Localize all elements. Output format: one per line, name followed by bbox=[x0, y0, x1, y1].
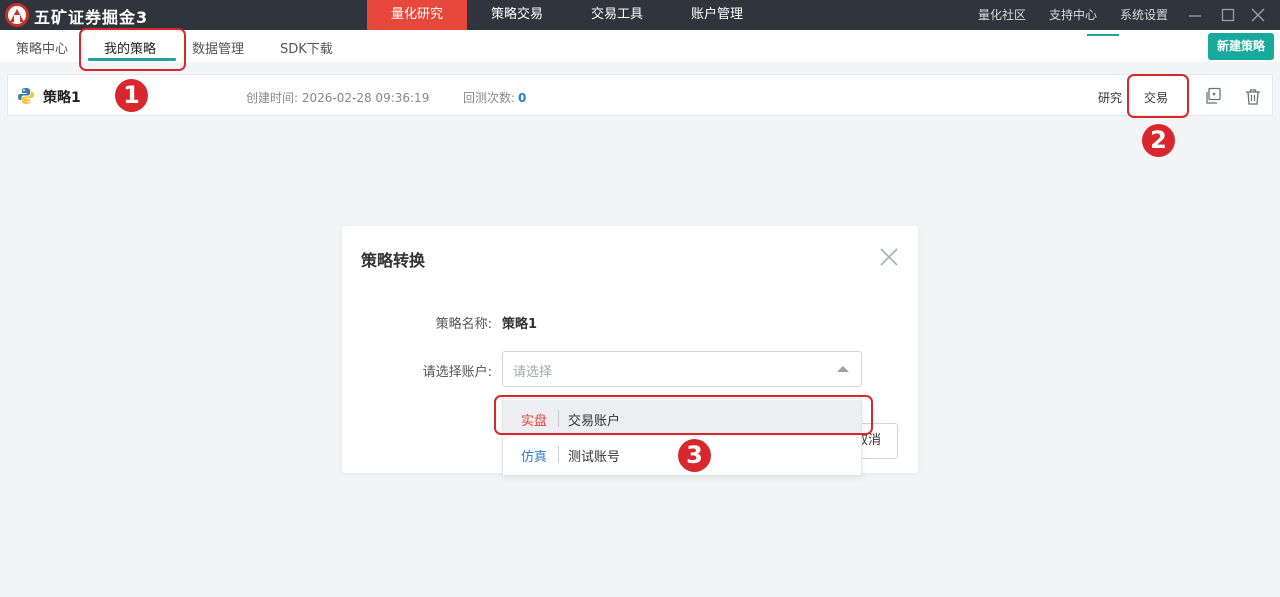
tab-sdk-download[interactable]: SDK下载 bbox=[280, 38, 333, 57]
top-nav-quant-research[interactable]: 量化研究 bbox=[367, 0, 467, 30]
backtest-label: 回测次数: bbox=[463, 91, 516, 105]
delete-icon[interactable] bbox=[1244, 88, 1262, 106]
strategy-name-value: 策略1 bbox=[502, 317, 538, 332]
app-logo-icon bbox=[5, 3, 29, 27]
top-nav-trading-tools[interactable]: 交易工具 bbox=[567, 0, 667, 30]
maximize-icon[interactable] bbox=[1220, 7, 1236, 23]
new-strategy-button[interactable]: 新建策略 bbox=[1208, 33, 1274, 60]
step-marker-2: 2 bbox=[1142, 124, 1175, 157]
minimize-icon[interactable] bbox=[1187, 7, 1203, 23]
close-window-icon[interactable] bbox=[1250, 7, 1266, 23]
option-divider bbox=[558, 446, 559, 463]
account-select-placeholder: 请选择 bbox=[513, 365, 553, 380]
strategy-name[interactable]: 策略1 bbox=[43, 87, 81, 107]
copy-icon[interactable] bbox=[1204, 87, 1222, 105]
created-label: 创建时间: bbox=[246, 91, 299, 105]
step-marker-3: 3 bbox=[678, 439, 711, 472]
dialog-close-icon[interactable] bbox=[878, 246, 900, 268]
dialog-title: 策略转换 bbox=[361, 251, 426, 270]
header-links: 量化社区 支持中心 系统设置 bbox=[978, 0, 1191, 30]
research-button[interactable]: 研究 bbox=[1098, 89, 1122, 106]
highlight-box-my-strategies bbox=[79, 28, 186, 71]
community-link[interactable]: 量化社区 bbox=[978, 0, 1026, 30]
app-title: 五矿证券掘金3 bbox=[34, 8, 149, 27]
highlight-box-live-account bbox=[494, 395, 873, 435]
step-marker-1: 1 bbox=[115, 79, 148, 112]
title-bar: 五矿证券掘金3 量化研究 策略交易 交易工具 账户管理 量化社区 支持中心 系统… bbox=[0, 0, 1280, 30]
tab-data-management[interactable]: 数据管理 bbox=[192, 38, 244, 57]
created-time: 创建时间: 2026-02-28 09:36:19 bbox=[246, 89, 429, 106]
highlight-box-trade bbox=[1127, 74, 1189, 118]
top-nav: 量化研究 策略交易 交易工具 账户管理 bbox=[367, 0, 767, 30]
system-settings-link[interactable]: 系统设置 bbox=[1120, 0, 1168, 30]
tab-strategy-center[interactable]: 策略中心 bbox=[16, 38, 68, 57]
strategy-row: 策略1 创建时间: 2026-02-28 09:36:19 回测次数: 0 研究 … bbox=[7, 74, 1273, 116]
python-icon bbox=[18, 88, 34, 104]
created-value: 2026-02-28 09:36:19 bbox=[301, 91, 430, 105]
research-underline bbox=[1087, 34, 1119, 36]
support-center-link[interactable]: 支持中心 bbox=[1049, 0, 1097, 30]
backtest-info: 回测次数: 0 bbox=[463, 89, 526, 106]
top-nav-strategy-trading[interactable]: 策略交易 bbox=[467, 0, 567, 30]
option-name: 测试账号 bbox=[568, 450, 621, 465]
account-select[interactable]: 请选择 bbox=[502, 351, 862, 387]
sim-tag: 仿真 bbox=[521, 450, 548, 465]
account-label: 请选择账户: bbox=[422, 365, 492, 380]
top-nav-account-management[interactable]: 账户管理 bbox=[667, 0, 767, 30]
backtest-count: 0 bbox=[518, 91, 527, 105]
caret-up-icon bbox=[837, 366, 849, 372]
strategy-name-label: 策略名称: bbox=[435, 317, 492, 332]
